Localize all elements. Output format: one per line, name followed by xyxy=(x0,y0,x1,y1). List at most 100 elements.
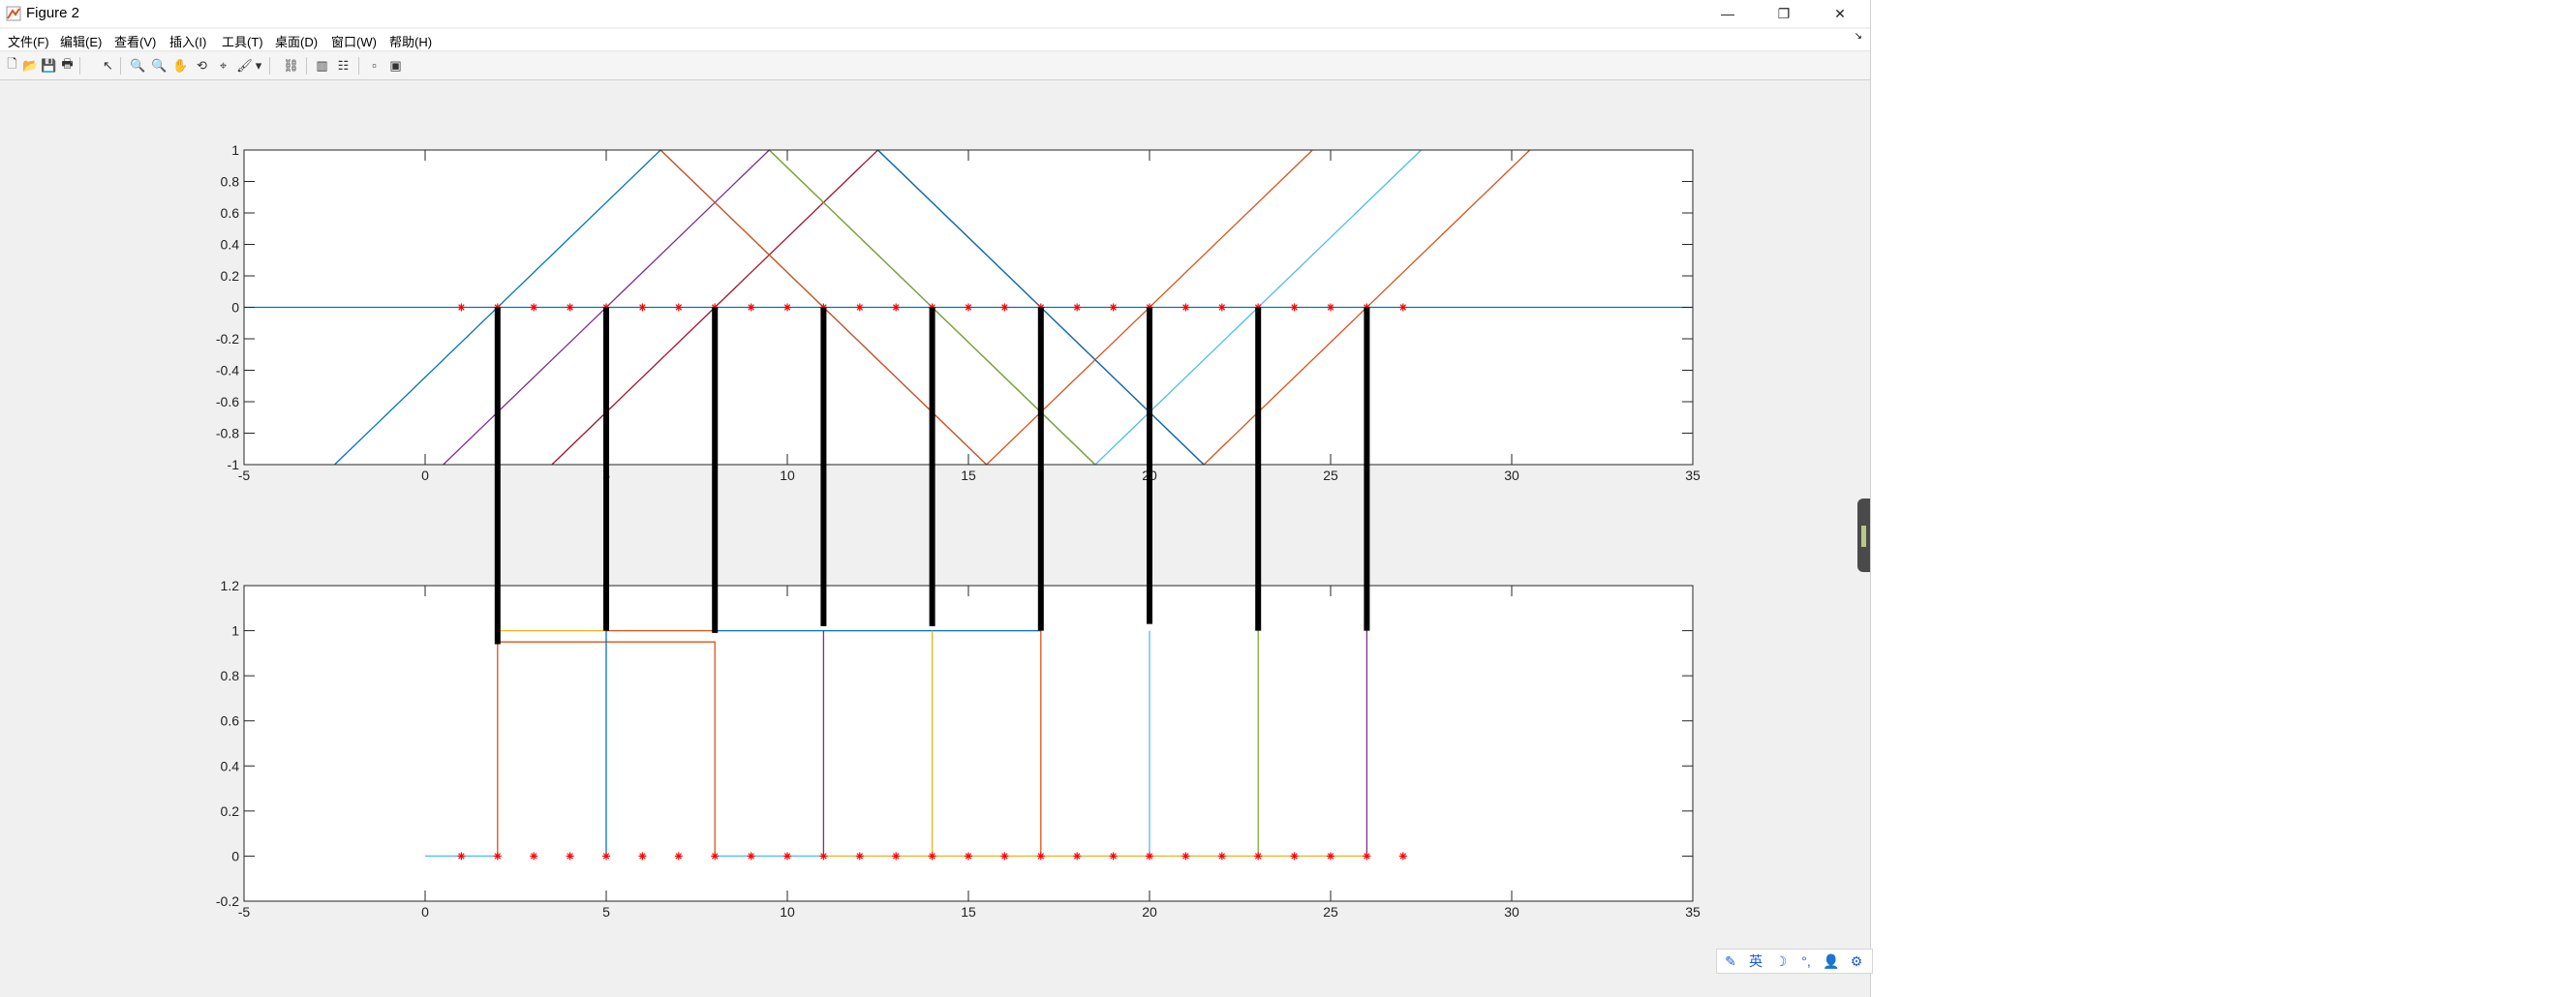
toolbar-separator xyxy=(79,57,80,75)
restore-button[interactable]: ❐ xyxy=(1756,0,1812,27)
menu-desktop[interactable]: 桌面(D) xyxy=(275,32,318,50)
data-marker xyxy=(747,303,755,312)
data-marker xyxy=(638,303,647,312)
figure-window: Figure 2 — ❐ ✕ 文件(F) 编辑(E) 查看(V) 插入(I) 工… xyxy=(0,0,1873,997)
data-marker xyxy=(1327,303,1334,312)
x-tick-label: 15 xyxy=(961,904,976,920)
y-tick-label: 0.2 xyxy=(221,803,240,819)
y-tick-label: 0 xyxy=(231,848,239,863)
menu-insert[interactable]: 插入(I) xyxy=(169,32,206,50)
user-icon[interactable]: 👤 xyxy=(1822,952,1841,971)
menu-edit[interactable]: 编辑(E) xyxy=(60,32,102,50)
settings-icon[interactable]: ⚙ xyxy=(1847,952,1866,971)
show-plot-tools-icon[interactable]: ▣ xyxy=(387,57,404,74)
menu-tools[interactable]: 工具(T) xyxy=(222,32,263,50)
y-tick-label: 1 xyxy=(231,142,239,158)
x-tick-label: 30 xyxy=(1504,904,1519,920)
y-tick-label: 0.6 xyxy=(221,205,240,221)
zoom-in-icon[interactable]: 🔍 xyxy=(130,57,146,74)
toolbar-separator xyxy=(269,57,270,75)
save-icon[interactable]: 💾 xyxy=(41,57,57,74)
side-handle-grip xyxy=(1861,526,1866,547)
y-tick-label: -0.6 xyxy=(216,394,239,409)
moon-icon[interactable]: ☽ xyxy=(1771,952,1791,971)
x-tick-label: 0 xyxy=(421,468,429,483)
toolbar-separator xyxy=(306,57,307,75)
x-tick-label: 10 xyxy=(780,468,795,483)
link-plot-icon[interactable]: ⛓ xyxy=(283,57,299,74)
data-marker xyxy=(783,852,791,861)
open-file-icon[interactable]: 📂 xyxy=(22,57,39,74)
data-marker xyxy=(819,852,828,861)
menu-view[interactable]: 查看(V) xyxy=(114,32,156,50)
x-tick-label: 35 xyxy=(1685,904,1701,920)
y-tick-label: 0.6 xyxy=(221,713,240,729)
x-tick-label: -5 xyxy=(238,904,251,920)
y-tick-label: 0 xyxy=(231,300,239,316)
side-panel-handle[interactable] xyxy=(1857,498,1870,572)
data-marker xyxy=(566,852,574,861)
brush-dropdown-icon[interactable]: ▾ xyxy=(254,57,263,74)
y-tick-label: 0.4 xyxy=(221,758,240,773)
rotate-3d-icon[interactable]: ⟲ xyxy=(194,57,210,74)
data-marker xyxy=(855,852,864,861)
y-tick-label: 0.4 xyxy=(221,237,240,253)
menu-help[interactable]: 帮助(H) xyxy=(389,32,432,50)
title-bar[interactable]: Figure 2 — ❐ ✕ xyxy=(0,0,1870,27)
x-tick-label: 5 xyxy=(602,904,610,920)
matlab-icon xyxy=(6,6,21,21)
menu-bar: 文件(F) 编辑(E) 查看(V) 插入(I) 工具(T) 桌面(D) 窗口(W… xyxy=(0,29,1870,51)
zoom-out-icon[interactable]: 🔍 xyxy=(151,57,168,74)
y-tick-label: -0.4 xyxy=(216,363,239,378)
x-tick-label: 30 xyxy=(1504,468,1519,483)
y-tick-label: -1 xyxy=(228,457,240,472)
insert-legend-icon[interactable]: ☷ xyxy=(335,57,352,74)
brush-icon[interactable]: 🖌 xyxy=(236,57,253,74)
new-figure-icon[interactable]: 🗋 xyxy=(4,56,20,74)
data-marker xyxy=(1146,852,1153,861)
close-icon: ✕ xyxy=(1834,5,1846,21)
y-tick-label: 0.8 xyxy=(221,174,240,190)
dock-arrow-icon[interactable]: ↘ xyxy=(1855,31,1862,42)
pan-hand-icon[interactable]: ✋ xyxy=(172,57,189,74)
chinese-mode-icon[interactable]: 英 xyxy=(1746,952,1765,971)
data-marker xyxy=(530,303,538,312)
figure-canvas[interactable]: -505101520253035-1-0.8-0.6-0.4-0.200.20.… xyxy=(0,81,1870,997)
data-marker xyxy=(566,303,574,312)
data-marker xyxy=(457,303,466,312)
x-tick-label: 10 xyxy=(780,904,795,920)
close-button[interactable]: ✕ xyxy=(1812,0,1868,27)
data-cursor-icon[interactable]: ⌖ xyxy=(215,57,231,74)
print-icon[interactable]: 🖶 xyxy=(59,56,76,74)
restore-icon: ❐ xyxy=(1777,5,1791,21)
edit-plot-arrow-icon[interactable]: ↖ xyxy=(100,57,116,74)
hide-plot-tools-icon[interactable]: ▫ xyxy=(366,57,383,74)
toolbar-separator xyxy=(358,57,359,75)
data-marker xyxy=(711,852,720,861)
data-marker xyxy=(965,852,972,861)
data-marker xyxy=(457,852,466,861)
data-marker xyxy=(783,303,791,312)
ime-toolbar: ✎ 英 ☽ °, 👤 ⚙ xyxy=(1716,949,1873,974)
y-tick-label: -0.8 xyxy=(216,426,239,441)
y-tick-label: 0.8 xyxy=(221,668,240,683)
y-tick-label: -0.2 xyxy=(216,331,239,347)
minimize-icon: — xyxy=(1721,6,1734,21)
insert-colorbar-icon[interactable]: ▥ xyxy=(314,57,330,74)
y-tick-label: 0.2 xyxy=(221,268,240,284)
punctuation-icon[interactable]: °, xyxy=(1796,952,1816,971)
pen-icon[interactable]: ✎ xyxy=(1721,952,1740,971)
data-marker xyxy=(892,303,901,312)
data-marker xyxy=(1327,852,1334,861)
data-marker xyxy=(928,852,936,861)
y-tick-label: 1.2 xyxy=(221,578,240,593)
figure-toolbar: 🗋 📂 💾 🖶 ↖ 🔍 🔍 ✋ ⟲ ⌖ 🖌 ▾ ⛓ ▥ ☷ ▫ ▣ xyxy=(0,52,1870,80)
minimize-button[interactable]: — xyxy=(1700,0,1756,27)
data-marker xyxy=(965,303,972,312)
x-tick-label: 0 xyxy=(421,904,429,920)
toolbar-separator xyxy=(120,57,121,75)
menu-file[interactable]: 文件(F) xyxy=(8,32,49,50)
menu-window[interactable]: 窗口(W) xyxy=(331,32,377,50)
x-tick-label: 20 xyxy=(1142,904,1157,920)
data-marker xyxy=(530,852,538,861)
